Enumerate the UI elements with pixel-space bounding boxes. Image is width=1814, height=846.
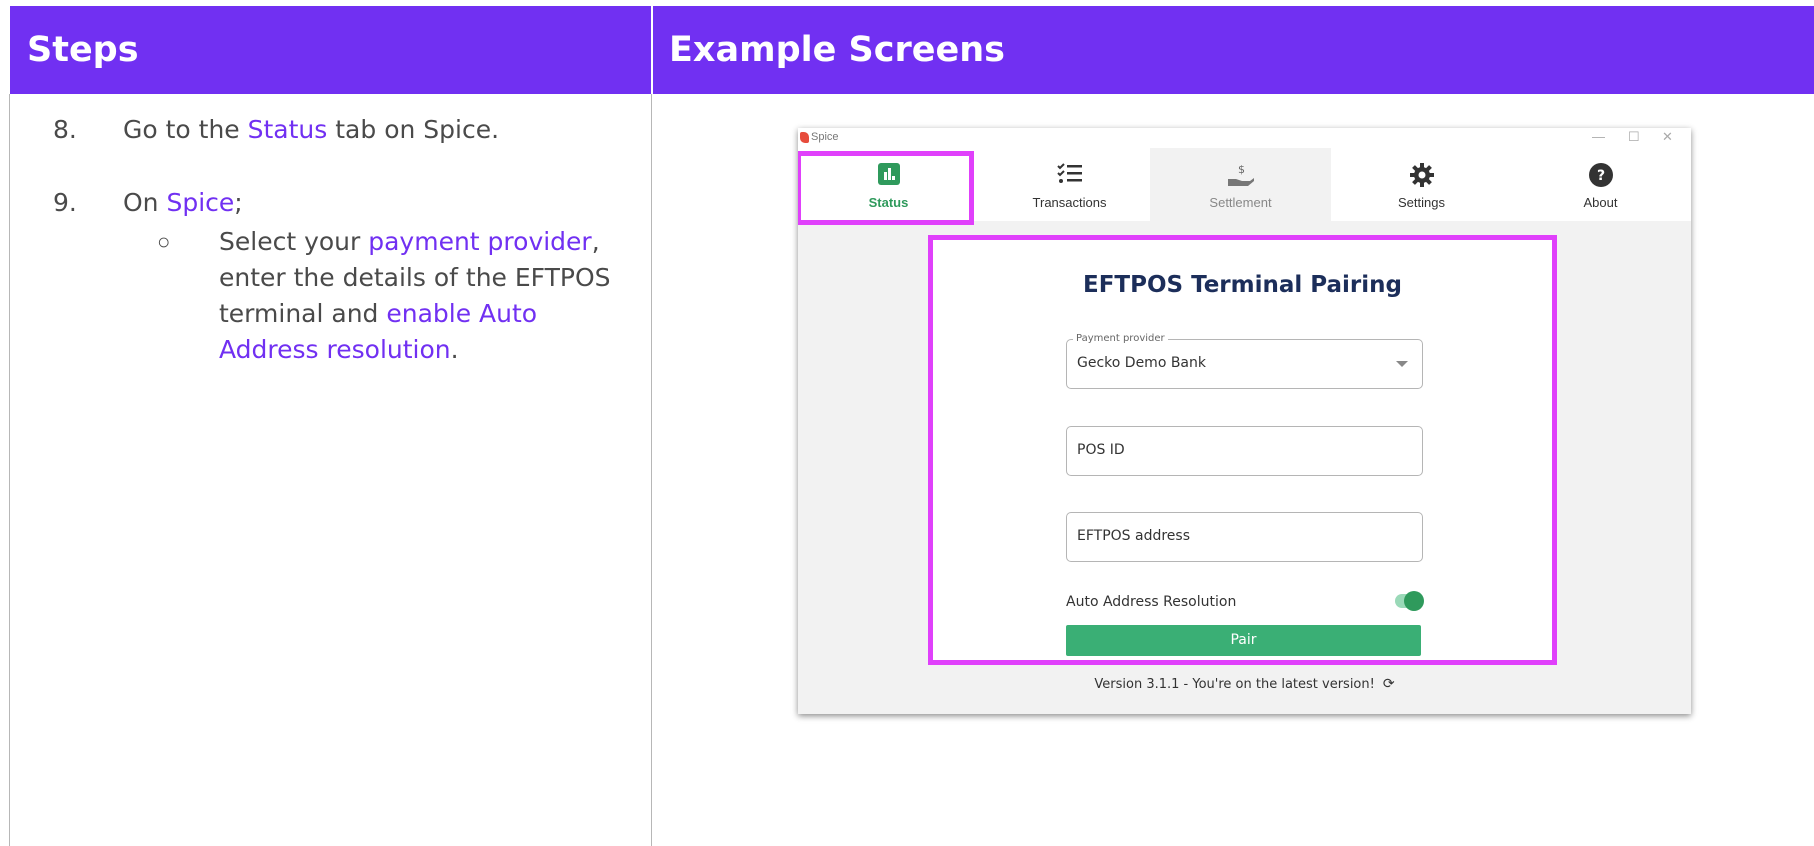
bullet-marker: ○ xyxy=(157,229,171,254)
checklist-icon xyxy=(1056,163,1083,188)
step-text: Go to the Status tab on Spice. xyxy=(123,112,499,148)
column-divider xyxy=(651,94,652,846)
svg-text:$: $ xyxy=(1238,163,1245,176)
row-divider xyxy=(9,539,10,540)
version-bar: Version 3.1.1 - You're on the latest ver… xyxy=(798,676,1691,692)
step-text-part: On xyxy=(123,188,167,217)
close-button[interactable]: ✕ xyxy=(1662,129,1673,145)
tab-settlement[interactable]: $ Settlement xyxy=(1150,148,1331,221)
tab-label: Settings xyxy=(1398,195,1445,210)
bullet-text-part: . xyxy=(450,335,459,364)
bullet-text-part: Select your xyxy=(219,227,369,256)
pairing-panel-highlight xyxy=(928,235,1557,665)
step-text: On Spice; xyxy=(123,185,243,221)
refresh-icon[interactable]: ⟳ xyxy=(1383,676,1395,692)
help-circle-icon: ? xyxy=(1588,163,1613,190)
window-title: Spice xyxy=(811,131,839,143)
title-bar: Spice — ☐ ✕ xyxy=(798,128,1691,148)
step-text-part: ; xyxy=(234,188,243,217)
version-text: Version 3.1.1 - You're on the latest ver… xyxy=(1094,677,1375,692)
gear-icon xyxy=(1409,163,1434,190)
tab-transactions[interactable]: Transactions xyxy=(979,148,1160,221)
svg-text:?: ? xyxy=(1596,168,1604,184)
step-text-part: Go to the xyxy=(123,115,248,144)
tab-label: About xyxy=(1583,195,1618,210)
step-text-part: tab on Spice. xyxy=(327,115,500,144)
minimize-button[interactable]: — xyxy=(1592,129,1605,144)
bullet-text: Select your payment provider, enter the … xyxy=(219,224,639,368)
table-header: Steps Example Screens xyxy=(10,6,1814,94)
payment-provider-link[interactable]: payment provider xyxy=(368,227,591,256)
step-number: 9. xyxy=(53,188,77,217)
spice-link[interactable]: Spice xyxy=(166,188,234,217)
example-screens-header: Example Screens xyxy=(669,30,1005,70)
spice-logo-icon xyxy=(800,132,809,143)
tab-about[interactable]: ? About xyxy=(1510,148,1691,221)
tab-label: Settlement xyxy=(1209,195,1272,210)
tab-label: Transactions xyxy=(1032,195,1107,210)
maximize-button[interactable]: ☐ xyxy=(1628,129,1640,145)
spice-window: Spice — ☐ ✕ Status Transactions $ Settle… xyxy=(798,128,1691,714)
tab-settings[interactable]: Settings xyxy=(1331,148,1512,221)
step-number: 8. xyxy=(53,115,77,144)
steps-header: Steps xyxy=(27,30,139,70)
table-left-border xyxy=(9,94,10,846)
header-divider xyxy=(651,6,653,94)
status-link[interactable]: Status xyxy=(248,115,328,144)
hand-dollar-icon: $ xyxy=(1227,163,1255,190)
status-tab-highlight xyxy=(798,151,974,225)
